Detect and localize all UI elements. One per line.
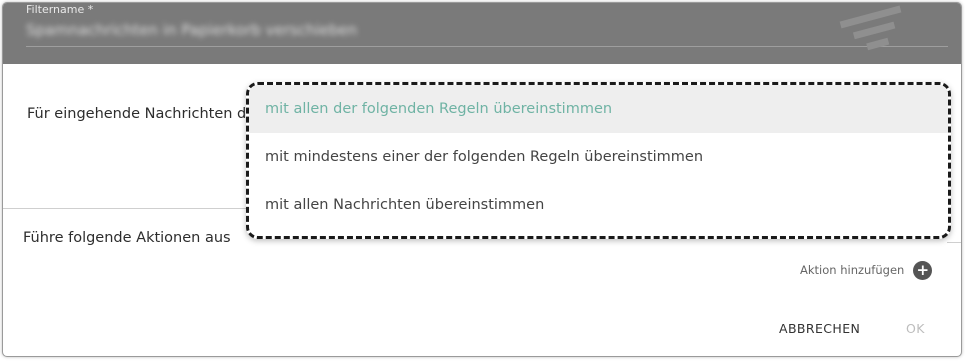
actions-label: Führe folgende Aktionen aus — [23, 230, 231, 246]
section-divider — [3, 208, 247, 209]
add-action-label: Aktion hinzufügen — [800, 263, 905, 277]
dropdown-option-any-rule[interactable]: mit mindestens einer der folgenden Regel… — [249, 133, 948, 181]
ok-button[interactable]: OK — [906, 321, 925, 336]
filter-name-label: Filtername * — [26, 3, 94, 16]
filter-name-input[interactable]: Spamnachrichten in Papierkorb verschiebe… — [26, 21, 357, 39]
filter-icon — [839, 5, 902, 51]
match-rule-dropdown[interactable]: mit allen der folgenden Regeln übereinst… — [246, 82, 951, 239]
add-action-button[interactable]: Aktion hinzufügen + — [800, 260, 933, 280]
cancel-button[interactable]: ABBRECHEN — [779, 321, 860, 336]
dropdown-option-all-messages[interactable]: mit allen Nachrichten übereinstimmen — [249, 181, 948, 229]
plus-circle-icon[interactable]: + — [913, 260, 933, 280]
incoming-messages-label: Für eingehende Nachrichten d — [27, 106, 247, 122]
filter-name-underline — [26, 46, 948, 47]
dropdown-option-all-rules[interactable]: mit allen der folgenden Regeln übereinst… — [249, 85, 948, 133]
section-divider-right — [947, 242, 961, 243]
filter-name-header: Filtername * Spamnachrichten in Papierko… — [3, 3, 961, 64]
